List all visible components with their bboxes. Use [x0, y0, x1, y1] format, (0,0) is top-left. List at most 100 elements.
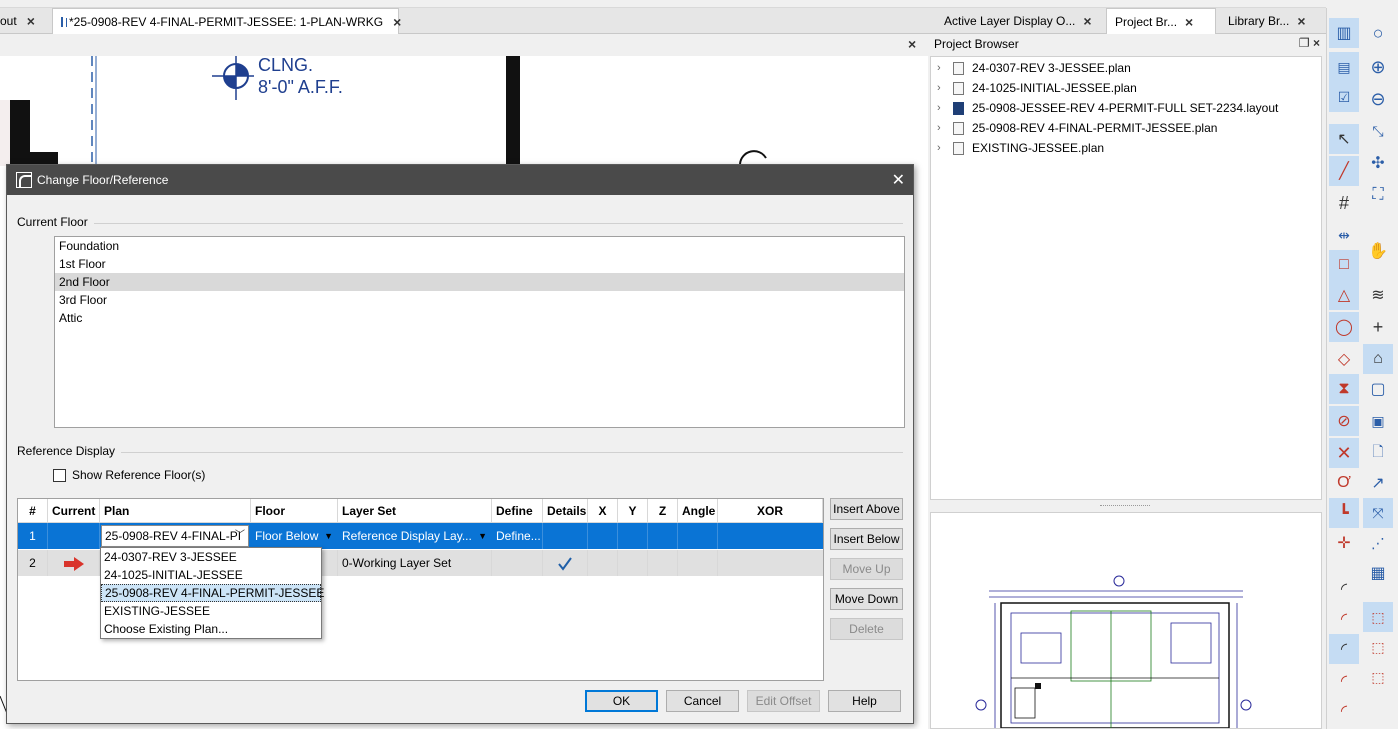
toolbar-button[interactable]: △ — [1329, 280, 1359, 310]
toolbar-button[interactable]: ◜ — [1329, 604, 1359, 634]
y-cell[interactable] — [618, 523, 648, 549]
toolbar-button[interactable]: ◜ — [1329, 666, 1359, 696]
toolbar-button[interactable]: ⋰ — [1363, 528, 1393, 558]
toolbar-button[interactable]: ⬚ — [1363, 662, 1393, 692]
toolbar-button[interactable]: ⇹ — [1329, 220, 1359, 250]
toolbar-button[interactable]: ◜ — [1329, 574, 1359, 604]
details-cell[interactable] — [543, 550, 588, 576]
toolbar-button[interactable]: ╱ — [1329, 156, 1359, 186]
plan-combo[interactable]: 25-0908-REV 4-FINAL-PI ﹀ — [101, 525, 249, 547]
column-header[interactable]: XOR — [718, 499, 823, 523]
show-reference-floors-checkbox[interactable]: Show Reference Floor(s) — [53, 468, 205, 482]
angle-cell[interactable] — [678, 550, 718, 576]
toolbar-button[interactable]: ⌂ — [1363, 344, 1393, 374]
column-header[interactable]: Define — [492, 499, 543, 523]
toolbar-button[interactable]: Ơ — [1329, 468, 1359, 498]
column-header[interactable]: Plan — [100, 499, 251, 523]
toolbar-button[interactable]: ⬚ — [1363, 632, 1393, 662]
ok-button[interactable]: OK — [585, 690, 658, 712]
floor-item[interactable]: 3rd Floor — [55, 291, 904, 309]
toolbar-button[interactable]: ▤ — [1329, 52, 1359, 82]
floor-item[interactable]: Attic — [55, 309, 904, 327]
floor-item-selected[interactable]: 2nd Floor — [55, 273, 904, 291]
dropdown-arrow-icon[interactable]: ▼ — [478, 525, 487, 547]
toolbar-button[interactable]: ≋ — [1363, 280, 1393, 310]
move-down-button[interactable]: Move Down — [830, 588, 903, 610]
tree-item[interactable]: › EXISTING-JESSEE.plan — [937, 138, 1104, 158]
column-header[interactable]: Layer Set — [338, 499, 492, 523]
x-cell[interactable] — [588, 550, 618, 576]
table-row-selected[interactable]: 1 25-0908-REV 4-FINAL-PI ﹀ Floor Below ▼… — [18, 523, 823, 549]
close-icon[interactable]: × — [27, 13, 35, 29]
toolbar-button[interactable]: ⬚ — [1363, 602, 1393, 632]
toolbar-button[interactable]: ○ — [1363, 18, 1393, 48]
tab-layout[interactable]: out × — [0, 8, 50, 34]
float-window-icon[interactable]: ❐ — [1299, 36, 1310, 50]
layer-set-combo[interactable]: Reference Display Lay... ▼ — [339, 525, 491, 547]
plan-option[interactable]: 24-0307-REV 3-JESSEE — [101, 548, 321, 566]
tab-plan[interactable]: *25-0908-REV 4-FINAL-PERMIT-JESSEE: 1-PL… — [52, 8, 401, 34]
tree-item[interactable]: › 25-0908-REV 4-FINAL-PERMIT-JESSEE.plan — [937, 118, 1217, 138]
toolbar-button[interactable]: ▦ — [1363, 558, 1393, 588]
cancel-button[interactable]: Cancel — [666, 690, 739, 712]
angle-cell[interactable] — [678, 523, 718, 549]
dialog-title-bar[interactable]: Change Floor/Reference ✕ — [7, 165, 913, 195]
layer-set-cell[interactable]: 0-Working Layer Set — [338, 550, 492, 576]
column-header[interactable]: # — [18, 499, 48, 523]
z-cell[interactable] — [648, 550, 678, 576]
column-header[interactable]: Current — [48, 499, 100, 523]
column-header[interactable]: Z — [648, 499, 678, 523]
toolbar-button[interactable]: ✕ — [1329, 438, 1359, 468]
column-header[interactable]: Details — [543, 499, 588, 523]
xor-cell[interactable] — [718, 523, 823, 549]
y-cell[interactable] — [618, 550, 648, 576]
toolbar-button[interactable]: + — [1363, 312, 1393, 342]
toolbar-button[interactable]: 🗋 — [1363, 438, 1393, 468]
tab-active-layer-display[interactable]: Active Layer Display O... × — [936, 8, 1110, 34]
tree-item[interactable]: › 24-1025-INITIAL-JESSEE.plan — [937, 78, 1137, 98]
toolbar-button[interactable]: ↖ — [1329, 124, 1359, 154]
floor-item[interactable]: 1st Floor — [55, 255, 904, 273]
delete-button[interactable]: Delete — [830, 618, 903, 640]
toolbar-button[interactable]: ✛ — [1329, 528, 1359, 558]
chevron-right-icon[interactable]: › — [937, 142, 949, 154]
toolbar-button[interactable]: ▣ — [1363, 406, 1393, 436]
close-icon[interactable]: × — [1185, 14, 1193, 30]
toolbar-button[interactable]: ✋ — [1363, 236, 1393, 266]
tab-project-browser[interactable]: Project Br... × — [1106, 8, 1216, 34]
chevron-right-icon[interactable]: › — [937, 62, 949, 74]
move-up-button[interactable]: Move Up — [830, 558, 903, 580]
floor-combo[interactable]: Floor Below ▼ — [252, 525, 337, 547]
chevron-right-icon[interactable]: › — [937, 82, 949, 94]
toolbar-button[interactable]: ◜ — [1329, 634, 1359, 664]
toolbar-button[interactable]: ▢ — [1363, 374, 1393, 404]
plan-option-selected[interactable]: 25-0908-REV 4-FINAL-PERMIT-JESSEE — [101, 584, 324, 602]
current-cell[interactable] — [48, 523, 100, 549]
chevron-right-icon[interactable]: › — [937, 122, 949, 134]
plan-option[interactable]: 24-1025-INITIAL-JESSEE — [101, 566, 321, 584]
chevron-right-icon[interactable]: › — [937, 102, 949, 114]
toolbar-button[interactable]: ⤡ — [1363, 116, 1393, 146]
column-header[interactable]: Angle — [678, 499, 718, 523]
define-button[interactable]: Define... — [492, 523, 543, 549]
plan-dropdown-list[interactable]: 24-0307-REV 3-JESSEE 24-1025-INITIAL-JES… — [100, 547, 324, 639]
toolbar-button[interactable]: ┗ — [1329, 498, 1359, 528]
toolbar-button[interactable]: ◜ — [1329, 696, 1359, 726]
close-icon[interactable]: × — [908, 36, 916, 52]
toolbar-button[interactable]: ⧗ — [1329, 374, 1359, 404]
close-icon[interactable]: × — [1083, 13, 1091, 29]
panel-splitter[interactable] — [930, 502, 1322, 510]
column-header[interactable]: Floor — [251, 499, 338, 523]
tab-library-browser[interactable]: Library Br... × — [1220, 8, 1320, 34]
toolbar-button[interactable]: ↗ — [1363, 468, 1393, 498]
insert-below-button[interactable]: Insert Below — [830, 528, 903, 550]
z-cell[interactable] — [648, 523, 678, 549]
toolbar-button[interactable]: ☑ — [1329, 82, 1359, 112]
plan-option[interactable]: EXISTING-JESSEE — [101, 602, 321, 620]
toolbar-button[interactable]: ✣ — [1363, 148, 1393, 178]
toolbar-button[interactable]: # — [1329, 188, 1359, 218]
define-cell[interactable] — [492, 550, 543, 576]
floor-item[interactable]: Foundation — [55, 237, 904, 255]
close-icon[interactable]: × — [1297, 13, 1305, 29]
x-cell[interactable] — [588, 523, 618, 549]
